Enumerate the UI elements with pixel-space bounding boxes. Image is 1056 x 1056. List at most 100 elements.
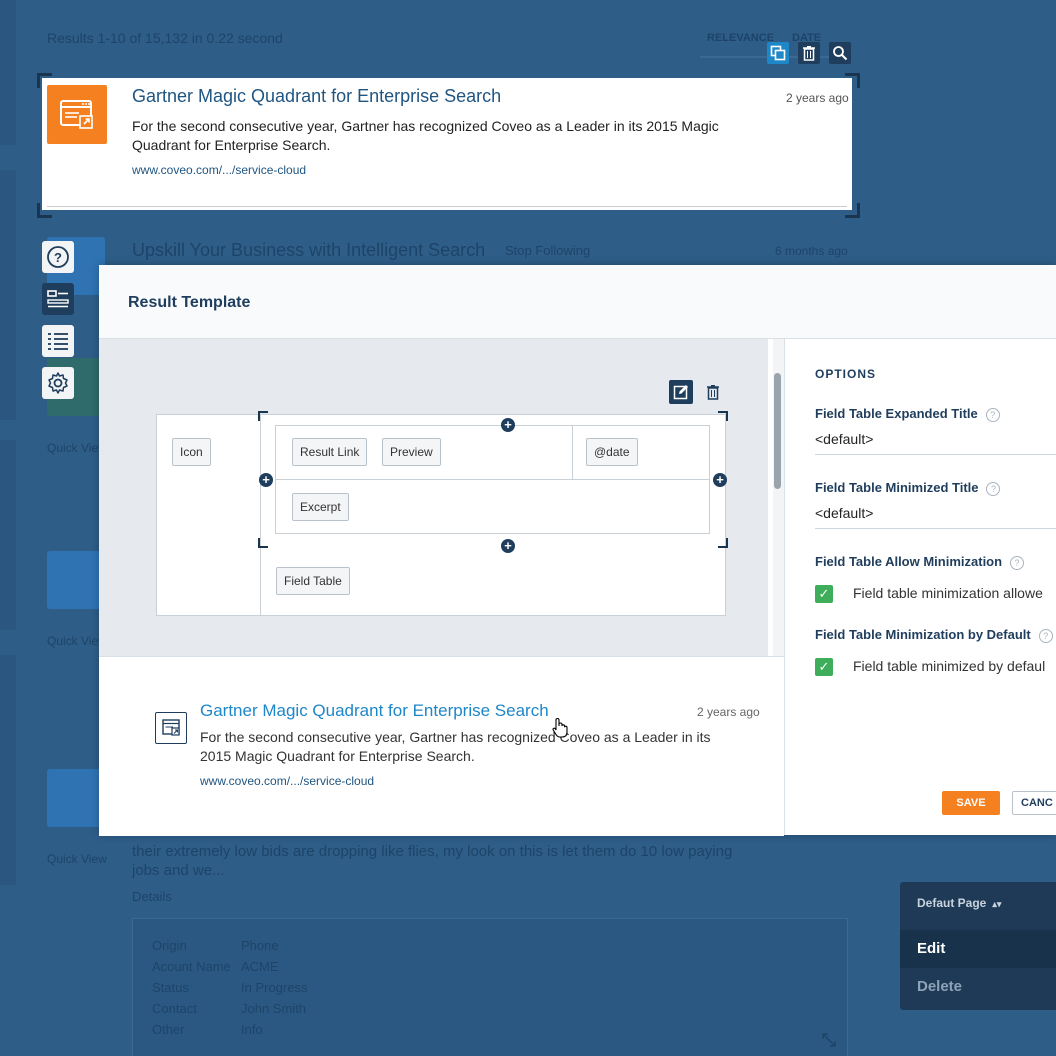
selection-corner: [845, 203, 860, 218]
result-excerpt: For the second consecutive year, Gartner…: [132, 118, 719, 134]
help-icon[interactable]: ?: [1038, 628, 1053, 643]
minimized-title-label-text: Field Table Minimized Title: [815, 480, 979, 495]
icon-component[interactable]: Icon: [172, 438, 211, 466]
expanded-title-input[interactable]: <default>: [815, 431, 873, 447]
excerpt-component[interactable]: Excerpt: [292, 493, 349, 521]
result-time: 2 years ago: [786, 91, 849, 105]
settings-button[interactable]: [42, 367, 74, 399]
result-excerpt: Quadrant for Enterprise Search.: [132, 137, 331, 153]
hand-cursor-icon: [552, 717, 568, 738]
add-left-icon[interactable]: +: [259, 473, 273, 487]
help-button[interactable]: ?: [42, 241, 74, 273]
document-link-icon: [162, 719, 180, 736]
allow-minimization-label-text: Field Table Allow Minimization: [815, 554, 1003, 569]
list-button[interactable]: [42, 325, 74, 357]
edit-icon: [673, 385, 688, 400]
page-selector[interactable]: Defaut Page ▴▾: [917, 896, 1001, 910]
add-right-icon[interactable]: +: [713, 473, 727, 487]
minimization-default-label-text: Field Table Minimization by Default: [815, 627, 1031, 642]
help-icon[interactable]: ?: [985, 407, 1000, 422]
quick-view-link[interactable]: Quick View: [47, 852, 107, 866]
field-table-component[interactable]: Field Table: [276, 567, 350, 595]
preview-excerpt: 2015 Magic Quadrant for Enterprise Searc…: [200, 748, 475, 764]
result-link-component[interactable]: Result Link: [292, 438, 368, 466]
stop-following-link[interactable]: Stop Following: [505, 243, 590, 258]
delete-template-button[interactable]: [703, 382, 723, 402]
allow-minimization-checkbox-label[interactable]: Field table minimization allowe: [853, 585, 1043, 601]
quick-view-link[interactable]: Quick View: [47, 634, 107, 648]
preview-title-link[interactable]: Gartner Magic Quadrant for Enterprise Se…: [200, 701, 549, 721]
layout-button[interactable]: [42, 283, 74, 315]
highlighted-result-card[interactable]: Gartner Magic Quadrant for Enterprise Se…: [42, 78, 852, 210]
row-divider: [275, 479, 709, 480]
input-underline: [815, 454, 1056, 455]
result-title-link[interactable]: Gartner Magic Quadrant for Enterprise Se…: [132, 86, 501, 107]
result-title[interactable]: Upskill Your Business with Intelligent S…: [132, 240, 485, 261]
menu-item-edit[interactable]: Edit: [900, 930, 1056, 968]
layout-icon: [47, 290, 69, 308]
menu-item-delete[interactable]: Delete: [900, 968, 1056, 1006]
left-rail: [0, 0, 16, 145]
result-time: 6 months ago: [775, 244, 848, 258]
template-preview: Gartner Magic Quadrant for Enterprise Se…: [99, 656, 784, 836]
details-key: Contact: [152, 1001, 197, 1016]
quick-view-link[interactable]: Quick View: [47, 441, 107, 455]
card-divider: [47, 206, 847, 207]
minimized-default-checkbox-label[interactable]: Field table minimized by defaul: [853, 658, 1045, 674]
search-button[interactable]: [829, 42, 851, 64]
page-selector-label: Defaut Page: [917, 896, 987, 910]
add-above-icon[interactable]: +: [501, 418, 515, 432]
help-icon[interactable]: ?: [1010, 555, 1025, 570]
results-summary: Results 1-10 of 15,132 in 0.22 second: [47, 30, 283, 46]
result-url[interactable]: www.coveo.com/.../service-cloud: [132, 163, 306, 177]
details-value: Phone: [241, 938, 279, 953]
minimized-title-label: Field Table Minimized Title?: [815, 480, 1001, 496]
selection-corner: [718, 538, 728, 548]
details-value: Info: [241, 1022, 263, 1037]
input-underline: [815, 528, 1056, 529]
minimized-title-input[interactable]: <default>: [815, 505, 873, 521]
help-icon[interactable]: ?: [986, 481, 1001, 496]
result-icon-tile: [47, 85, 107, 144]
add-below-icon[interactable]: +: [501, 539, 515, 553]
preview-url[interactable]: www.coveo.com/.../service-cloud: [200, 774, 374, 788]
selection-corner: [37, 73, 52, 88]
details-value: ACME: [241, 959, 279, 974]
options-panel: OPTIONS Field Table Expanded Title? <def…: [784, 339, 1056, 835]
trash-icon: [707, 385, 719, 400]
cancel-button[interactable]: CANC: [1012, 791, 1056, 815]
expanded-title-label-text: Field Table Expanded Title: [815, 406, 978, 421]
options-heading: OPTIONS: [815, 367, 877, 381]
selection-corner: [258, 411, 268, 421]
preview-icon-tile: [155, 712, 187, 744]
sort-relevance[interactable]: RELEVANCE: [707, 32, 774, 44]
selection-corner: [845, 73, 860, 88]
preview-component[interactable]: Preview: [382, 438, 441, 466]
scrollbar-thumb[interactable]: [774, 373, 781, 489]
delete-card-button[interactable]: [798, 42, 820, 64]
page-menu: Defaut Page ▴▾ Edit Delete: [900, 882, 1056, 1010]
expanded-title-label: Field Table Expanded Title?: [815, 406, 1000, 422]
details-table: [132, 918, 848, 1056]
allow-minimization-checkbox[interactable]: ✓: [815, 585, 833, 603]
date-component[interactable]: @date: [586, 438, 638, 466]
document-link-icon: [60, 100, 93, 129]
left-rail: [0, 440, 16, 630]
duplicate-button[interactable]: [767, 42, 789, 64]
minimized-default-checkbox[interactable]: ✓: [815, 658, 833, 676]
details-key: Other: [152, 1022, 185, 1037]
allow-minimization-label: Field Table Allow Minimization?: [815, 554, 1025, 570]
preview-excerpt: For the second consecutive year, Gartner…: [200, 729, 711, 745]
edit-template-button[interactable]: [669, 380, 693, 404]
details-key: Origin: [152, 938, 187, 953]
expand-icon[interactable]: [822, 1033, 836, 1047]
save-button[interactable]: SAVE: [942, 791, 1000, 815]
column-divider: [572, 425, 573, 479]
gear-icon: [48, 372, 68, 394]
details-label: Details: [132, 889, 172, 904]
sort-arrows-icon: ▴▾: [992, 899, 1002, 909]
layout-divider: [260, 414, 261, 616]
selection-corner: [37, 203, 52, 218]
result-excerpt: jobs and we...: [132, 862, 225, 879]
left-rail: [0, 170, 16, 420]
